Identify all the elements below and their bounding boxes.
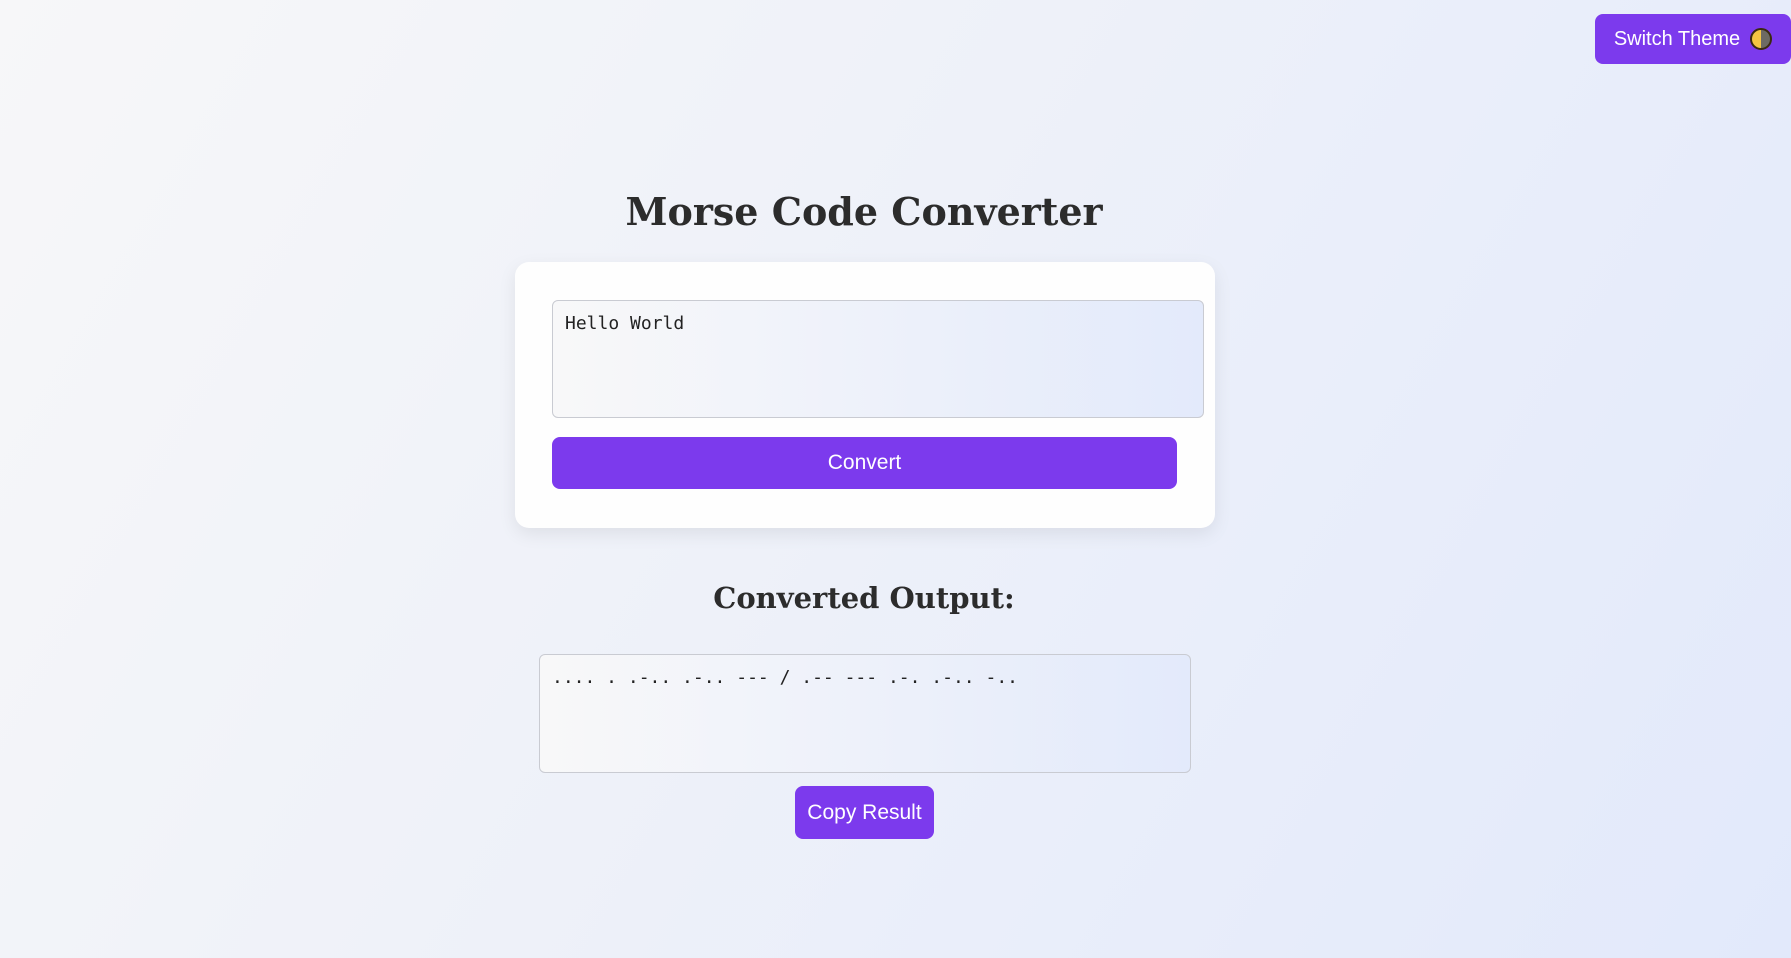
switch-theme-button[interactable]: Switch Theme (1595, 14, 1791, 64)
output-heading: Converted Output: (713, 581, 1015, 615)
text-input[interactable]: Hello World (552, 300, 1204, 418)
copy-result-button[interactable]: Copy Result (795, 786, 934, 839)
half-moon-icon (1750, 28, 1773, 50)
page-title: Morse Code Converter (625, 189, 1103, 234)
convert-button[interactable]: Convert (552, 437, 1177, 489)
output-field[interactable]: .... . .-.. .-.. --- / .-- --- .-. .-.. … (539, 654, 1191, 773)
converter-card: Hello World Convert (515, 262, 1215, 528)
switch-theme-label: Switch Theme (1613, 27, 1741, 50)
